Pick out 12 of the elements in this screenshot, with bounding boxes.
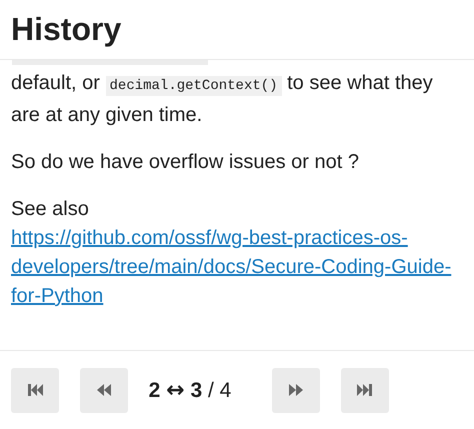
first-page-button[interactable] — [11, 368, 59, 412]
next-page-button[interactable] — [272, 368, 320, 412]
first-page-icon — [25, 382, 45, 398]
last-page-icon — [355, 382, 375, 398]
previous-page-button[interactable] — [80, 368, 128, 412]
page-title: History — [11, 11, 122, 48]
label: See also — [11, 198, 89, 220]
paragraph: So do we have overflow issues or not ? — [11, 150, 360, 175]
page-counter: 2 ↔ 3 / 4 — [148, 378, 232, 402]
link[interactable]: https://github.com/ossf/wg-best-practices-os-developers/tree/main/docs/Secure-Coding-Guide-for-Python — [11, 224, 463, 311]
last-page-button[interactable] — [341, 368, 389, 412]
paragraph: default, or decimal.getContext() to see what they are at any given time. — [11, 71, 434, 128]
